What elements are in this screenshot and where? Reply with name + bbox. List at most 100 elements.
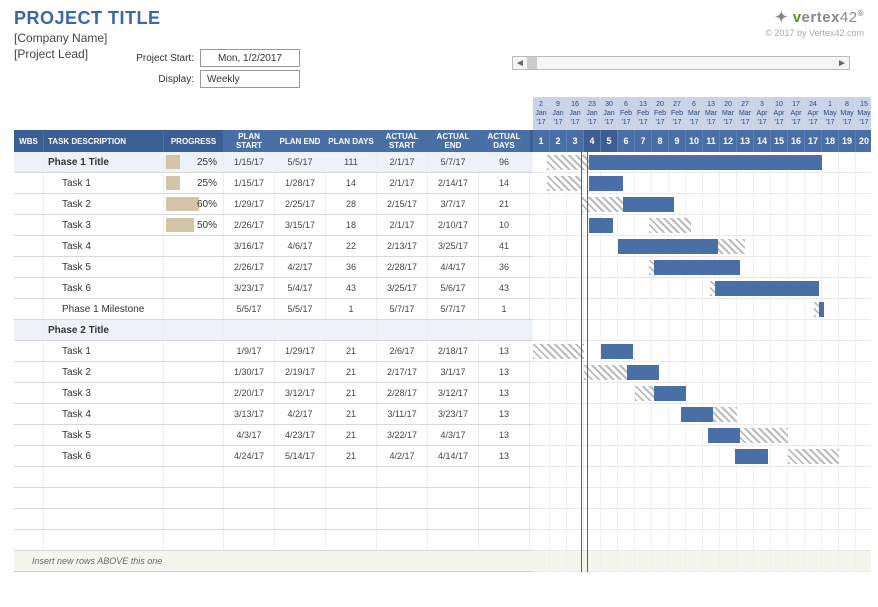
actual-start-cell[interactable]: 2/28/17 xyxy=(377,383,428,403)
plan-days-cell[interactable]: 18 xyxy=(326,215,377,235)
wbs-cell[interactable] xyxy=(14,236,44,256)
actual-end-cell[interactable]: 3/23/17 xyxy=(428,404,479,424)
wbs-cell[interactable] xyxy=(14,173,44,193)
task-row[interactable]: Task 43/16/174/6/17222/13/173/25/1741 xyxy=(14,236,533,257)
actual-end-cell[interactable]: 4/3/17 xyxy=(428,425,479,445)
actual-end-cell[interactable]: 3/7/17 xyxy=(428,194,479,214)
actual-days-cell[interactable]: 41 xyxy=(479,236,530,256)
plan-end-cell[interactable]: 4/6/17 xyxy=(275,236,326,256)
wbs-cell[interactable] xyxy=(14,257,44,277)
task-cell[interactable]: Task 2 xyxy=(44,362,164,382)
actual-end-cell[interactable]: 3/12/17 xyxy=(428,383,479,403)
project-start-input[interactable]: Mon, 1/2/2017 xyxy=(200,49,300,67)
actual-start-cell[interactable]: 3/22/17 xyxy=(377,425,428,445)
empty-row[interactable] xyxy=(14,530,533,551)
plan-end-cell[interactable]: 4/2/17 xyxy=(275,404,326,424)
task-row[interactable]: Task 125%1/15/171/28/17142/1/172/14/1714 xyxy=(14,173,533,194)
actual-days-cell[interactable]: 1 xyxy=(479,299,530,319)
task-cell[interactable]: Task 1 xyxy=(44,341,164,361)
scroll-right-icon[interactable]: ► xyxy=(835,57,849,69)
actual-start-cell[interactable]: 3/11/17 xyxy=(377,404,428,424)
plan-days-cell[interactable]: 43 xyxy=(326,278,377,298)
plan-days-cell[interactable]: 111 xyxy=(326,152,377,172)
actual-start-cell[interactable]: 2/1/17 xyxy=(377,215,428,235)
actual-end-cell[interactable]: 5/7/17 xyxy=(428,152,479,172)
plan-start-cell[interactable]: 1/30/17 xyxy=(224,362,275,382)
task-row[interactable]: Task 63/23/175/4/17433/25/175/6/1743 xyxy=(14,278,533,299)
task-row[interactable]: Task 43/13/174/2/17213/11/173/23/1713 xyxy=(14,404,533,425)
progress-cell[interactable] xyxy=(164,383,224,403)
wbs-cell[interactable] xyxy=(14,215,44,235)
task-row[interactable]: Task 64/24/175/14/17214/2/174/14/1713 xyxy=(14,446,533,467)
task-row[interactable]: Task 260%1/29/172/25/17282/15/173/7/1721 xyxy=(14,194,533,215)
task-cell[interactable]: Task 1 xyxy=(44,173,164,193)
plan-end-cell[interactable] xyxy=(275,320,326,340)
actual-start-cell[interactable]: 2/28/17 xyxy=(377,257,428,277)
actual-days-cell[interactable]: 13 xyxy=(479,383,530,403)
progress-cell[interactable]: 25% xyxy=(164,152,224,172)
plan-days-cell[interactable]: 21 xyxy=(326,446,377,466)
plan-start-cell[interactable]: 3/23/17 xyxy=(224,278,275,298)
plan-days-cell[interactable]: 21 xyxy=(326,425,377,445)
progress-cell[interactable]: 50% xyxy=(164,215,224,235)
task-row[interactable]: Task 350%2/26/173/15/17182/1/172/10/1710 xyxy=(14,215,533,236)
plan-days-cell[interactable]: 21 xyxy=(326,404,377,424)
actual-end-cell[interactable]: 2/18/17 xyxy=(428,341,479,361)
progress-cell[interactable] xyxy=(164,299,224,319)
actual-days-cell[interactable]: 43 xyxy=(479,278,530,298)
phase-row[interactable]: Phase 2 Title xyxy=(14,320,533,341)
actual-start-cell[interactable]: 4/2/17 xyxy=(377,446,428,466)
plan-days-cell[interactable]: 22 xyxy=(326,236,377,256)
actual-end-cell[interactable]: 4/4/17 xyxy=(428,257,479,277)
plan-days-cell[interactable]: 1 xyxy=(326,299,377,319)
plan-days-cell[interactable]: 28 xyxy=(326,194,377,214)
actual-start-cell[interactable]: 5/7/17 xyxy=(377,299,428,319)
progress-cell[interactable] xyxy=(164,257,224,277)
actual-end-cell[interactable] xyxy=(428,320,479,340)
actual-end-cell[interactable]: 3/25/17 xyxy=(428,236,479,256)
actual-days-cell[interactable]: 10 xyxy=(479,215,530,235)
plan-end-cell[interactable]: 1/28/17 xyxy=(275,173,326,193)
plan-days-cell[interactable]: 21 xyxy=(326,383,377,403)
task-cell[interactable]: Phase 2 Title xyxy=(44,320,164,340)
task-cell[interactable]: Task 4 xyxy=(44,404,164,424)
progress-cell[interactable] xyxy=(164,404,224,424)
actual-end-cell[interactable]: 2/10/17 xyxy=(428,215,479,235)
progress-cell[interactable]: 25% xyxy=(164,173,224,193)
wbs-cell[interactable] xyxy=(14,299,44,319)
actual-end-cell[interactable]: 5/7/17 xyxy=(428,299,479,319)
empty-row[interactable] xyxy=(14,467,533,488)
actual-start-cell[interactable] xyxy=(377,320,428,340)
plan-days-cell[interactable]: 21 xyxy=(326,362,377,382)
plan-end-cell[interactable]: 1/29/17 xyxy=(275,341,326,361)
progress-cell[interactable] xyxy=(164,446,224,466)
plan-end-cell[interactable]: 3/15/17 xyxy=(275,215,326,235)
progress-cell[interactable] xyxy=(164,320,224,340)
progress-cell[interactable] xyxy=(164,362,224,382)
task-row[interactable]: Task 32/20/173/12/17212/28/173/12/1713 xyxy=(14,383,533,404)
plan-start-cell[interactable]: 2/20/17 xyxy=(224,383,275,403)
task-cell[interactable]: Phase 1 Title xyxy=(44,152,164,172)
display-input[interactable]: Weekly xyxy=(200,70,300,88)
wbs-cell[interactable] xyxy=(14,362,44,382)
plan-end-cell[interactable]: 4/23/17 xyxy=(275,425,326,445)
plan-start-cell[interactable] xyxy=(224,320,275,340)
task-cell[interactable]: Task 5 xyxy=(44,257,164,277)
wbs-cell[interactable] xyxy=(14,278,44,298)
plan-start-cell[interactable]: 1/29/17 xyxy=(224,194,275,214)
plan-start-cell[interactable]: 3/13/17 xyxy=(224,404,275,424)
wbs-cell[interactable] xyxy=(14,425,44,445)
plan-end-cell[interactable]: 2/19/17 xyxy=(275,362,326,382)
actual-end-cell[interactable]: 2/14/17 xyxy=(428,173,479,193)
task-row[interactable]: Task 11/9/171/29/17212/6/172/18/1713 xyxy=(14,341,533,362)
task-cell[interactable]: Task 2 xyxy=(44,194,164,214)
scroll-thumb[interactable] xyxy=(527,57,537,69)
task-row[interactable]: Task 54/3/174/23/17213/22/174/3/1713 xyxy=(14,425,533,446)
plan-start-cell[interactable]: 3/16/17 xyxy=(224,236,275,256)
wbs-cell[interactable] xyxy=(14,341,44,361)
progress-cell[interactable] xyxy=(164,278,224,298)
wbs-cell[interactable] xyxy=(14,152,44,172)
actual-days-cell[interactable]: 13 xyxy=(479,362,530,382)
plan-start-cell[interactable]: 1/15/17 xyxy=(224,152,275,172)
timeline-scrollbar[interactable]: ◄ ► xyxy=(512,56,850,70)
